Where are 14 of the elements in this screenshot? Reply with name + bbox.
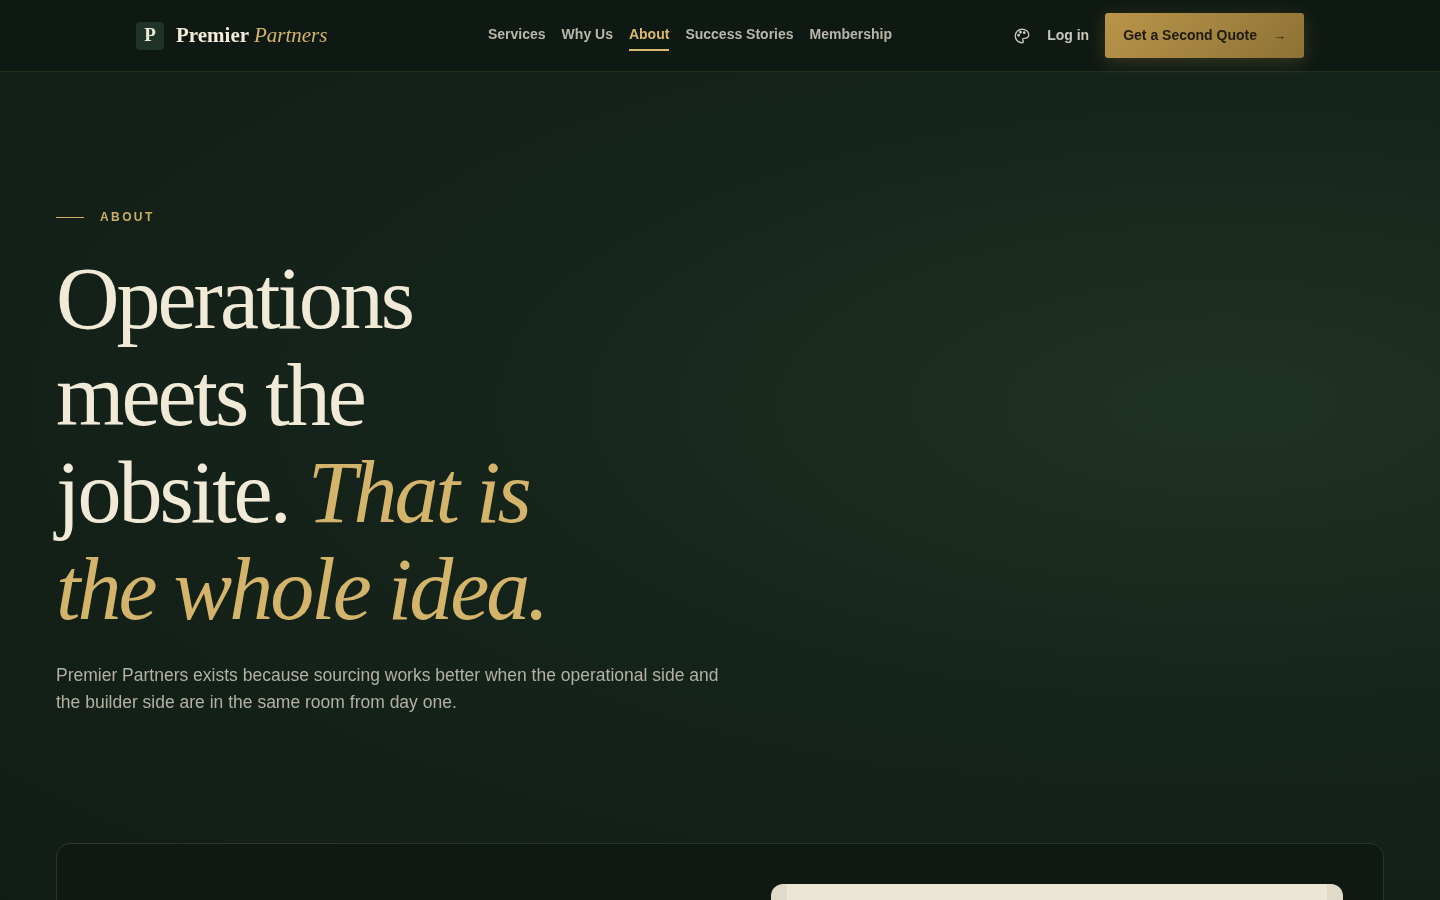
nav-link[interactable]: Membership — [809, 20, 893, 51]
logo-mark[interactable]: P — [136, 21, 164, 50]
brand-name[interactable]: Premier Partners — [176, 19, 328, 52]
headline-line: the whole idea. — [56, 541, 547, 638]
nav-link[interactable]: Success Stories — [685, 20, 794, 51]
login-link[interactable]: Log in — [1047, 25, 1090, 46]
quote-button[interactable]: Get a Second Quote → — [1105, 13, 1304, 58]
nav-link[interactable]: Why Us — [561, 20, 613, 51]
nav-link[interactable]: About — [628, 20, 670, 51]
headline-line: Operations — [56, 250, 413, 347]
intro-paragraph: Premier Partners exists because sourcing works better when the operational side and the builder side are in the same room from day one. — [56, 664, 720, 714]
section-label: ABOUT — [100, 209, 155, 226]
nav-link[interactable]: Services — [488, 20, 546, 51]
headline-line: meets the — [56, 347, 364, 444]
